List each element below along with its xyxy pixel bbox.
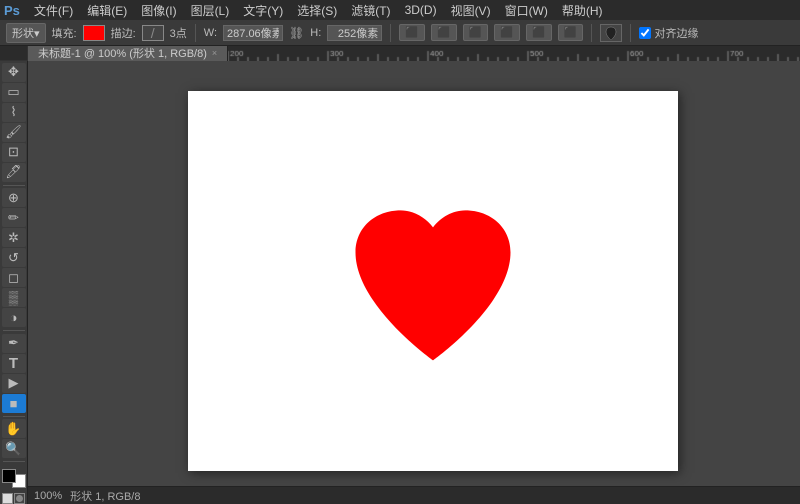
menu-filter[interactable]: 滤镜(T)	[345, 1, 396, 20]
tool-eyedropper[interactable]: 🖊	[2, 163, 26, 182]
ps-logo: Ps	[4, 3, 20, 18]
left-toolbar: ✥ ▭ ⌇ 🖌 ⊡ 🖊 ⊕ ✏ ✲ ↺ ◻ ▒ ◑ ✒ T ▶ ■ ✋ 🔍	[0, 61, 28, 504]
tool-dodge[interactable]: ◑	[2, 308, 26, 327]
width-label: W:	[204, 27, 217, 39]
align-top-btn[interactable]: ⬛	[494, 24, 520, 41]
align-center-btn[interactable]: ⬛	[431, 24, 457, 41]
doc-info: 形状 1, RGB/8	[70, 488, 140, 504]
divider-4	[630, 24, 631, 42]
align-left-btn[interactable]: ⬛	[399, 24, 425, 41]
menu-file[interactable]: 文件(F)	[28, 1, 79, 20]
foreground-color-swatch[interactable]	[2, 469, 16, 483]
tool-hand[interactable]: ✋	[2, 419, 26, 438]
zoom-level: 100%	[34, 490, 62, 502]
menu-window[interactable]: 窗口(W)	[499, 1, 554, 20]
standard-mode[interactable]	[2, 493, 13, 504]
tool-move[interactable]: ✥	[2, 63, 26, 82]
width-input[interactable]	[223, 25, 283, 41]
tool-clone[interactable]: ✲	[2, 228, 26, 247]
menu-text[interactable]: 文字(Y)	[237, 1, 289, 20]
tool-brush[interactable]: ✏	[2, 208, 26, 227]
tool-path-select[interactable]: ▶	[2, 374, 26, 393]
align-right-btn[interactable]: ⬛	[463, 24, 489, 41]
tool-lasso[interactable]: ⌇	[2, 103, 26, 122]
tool-divider-2	[3, 330, 25, 331]
divider-1	[195, 24, 196, 42]
tab-close-btn[interactable]: ×	[212, 48, 217, 58]
menu-help[interactable]: 帮助(H)	[556, 1, 609, 20]
align-edge-label: 对齐边缘	[639, 25, 698, 41]
tool-history-brush[interactable]: ↺	[2, 248, 26, 267]
tool-divider-1	[3, 185, 25, 186]
align-edge-checkbox[interactable]	[639, 27, 651, 39]
align-middle-btn[interactable]: ⬛	[526, 24, 552, 41]
divider-3	[591, 24, 592, 42]
tool-quick-select[interactable]: 🖌	[2, 123, 26, 142]
tool-crop[interactable]: ⊡	[2, 143, 26, 162]
align-bottom-btn[interactable]: ⬛	[558, 24, 584, 41]
tool-eraser[interactable]: ◻	[2, 268, 26, 287]
menu-bar: Ps 文件(F) 编辑(E) 图像(I) 图层(L) 文字(Y) 选择(S) 滤…	[0, 0, 800, 20]
tool-healing[interactable]: ⊕	[2, 188, 26, 207]
tab-title: 未标题-1 @ 100% (形状 1, RGB/8)	[38, 45, 207, 61]
document-tab[interactable]: 未标题-1 @ 100% (形状 1, RGB/8) ×	[28, 46, 228, 61]
fill-color-swatch[interactable]	[83, 25, 105, 41]
tool-zoom[interactable]: 🔍	[2, 439, 26, 458]
menu-edit[interactable]: 编辑(E)	[81, 1, 133, 20]
color-swatches[interactable]	[2, 469, 26, 488]
stroke-pts-label: 3点	[170, 25, 187, 41]
tool-marquee[interactable]: ▭	[2, 83, 26, 102]
stroke-label: 描边:	[111, 25, 136, 41]
height-label: H:	[310, 27, 321, 39]
shape-selector[interactable]	[600, 24, 622, 42]
link-icon: ⛓	[289, 26, 304, 40]
tool-type[interactable]: T	[2, 354, 26, 373]
menu-view[interactable]: 视图(V)	[445, 1, 497, 20]
menu-select[interactable]: 选择(S)	[291, 1, 343, 20]
tool-gradient[interactable]: ▒	[2, 288, 26, 307]
tab-bar: 未标题-1 @ 100% (形状 1, RGB/8) ×	[28, 46, 228, 61]
divider-2	[390, 24, 391, 42]
heart-shape	[346, 205, 521, 370]
options-bar: 形状▾ 填充: 描边: / 3点 W: ⛓ H: ⬛ ⬛ ⬛ ⬛ ⬛ ⬛ 对齐边…	[0, 20, 800, 46]
heart-shape-container	[346, 205, 521, 373]
height-input[interactable]	[327, 25, 382, 41]
shape-type-dropdown[interactable]: 形状▾	[6, 23, 46, 43]
menu-image[interactable]: 图像(I)	[135, 1, 182, 20]
tool-pen[interactable]: ✒	[2, 334, 26, 353]
menu-layer[interactable]: 图层(L)	[185, 1, 236, 20]
menu-3d[interactable]: 3D(D)	[399, 2, 443, 18]
fill-label: 填充:	[52, 25, 77, 41]
quick-mask-mode[interactable]	[14, 493, 25, 504]
status-bar: 100% 形状 1, RGB/8	[28, 486, 800, 504]
tool-shape[interactable]: ■	[2, 394, 26, 413]
canvas-area[interactable]	[28, 61, 800, 504]
tool-divider-3	[3, 416, 25, 417]
ruler-corner	[0, 46, 28, 61]
document-canvas	[188, 91, 678, 471]
stroke-color-swatch[interactable]: /	[142, 25, 164, 41]
tool-divider-4	[3, 461, 25, 462]
